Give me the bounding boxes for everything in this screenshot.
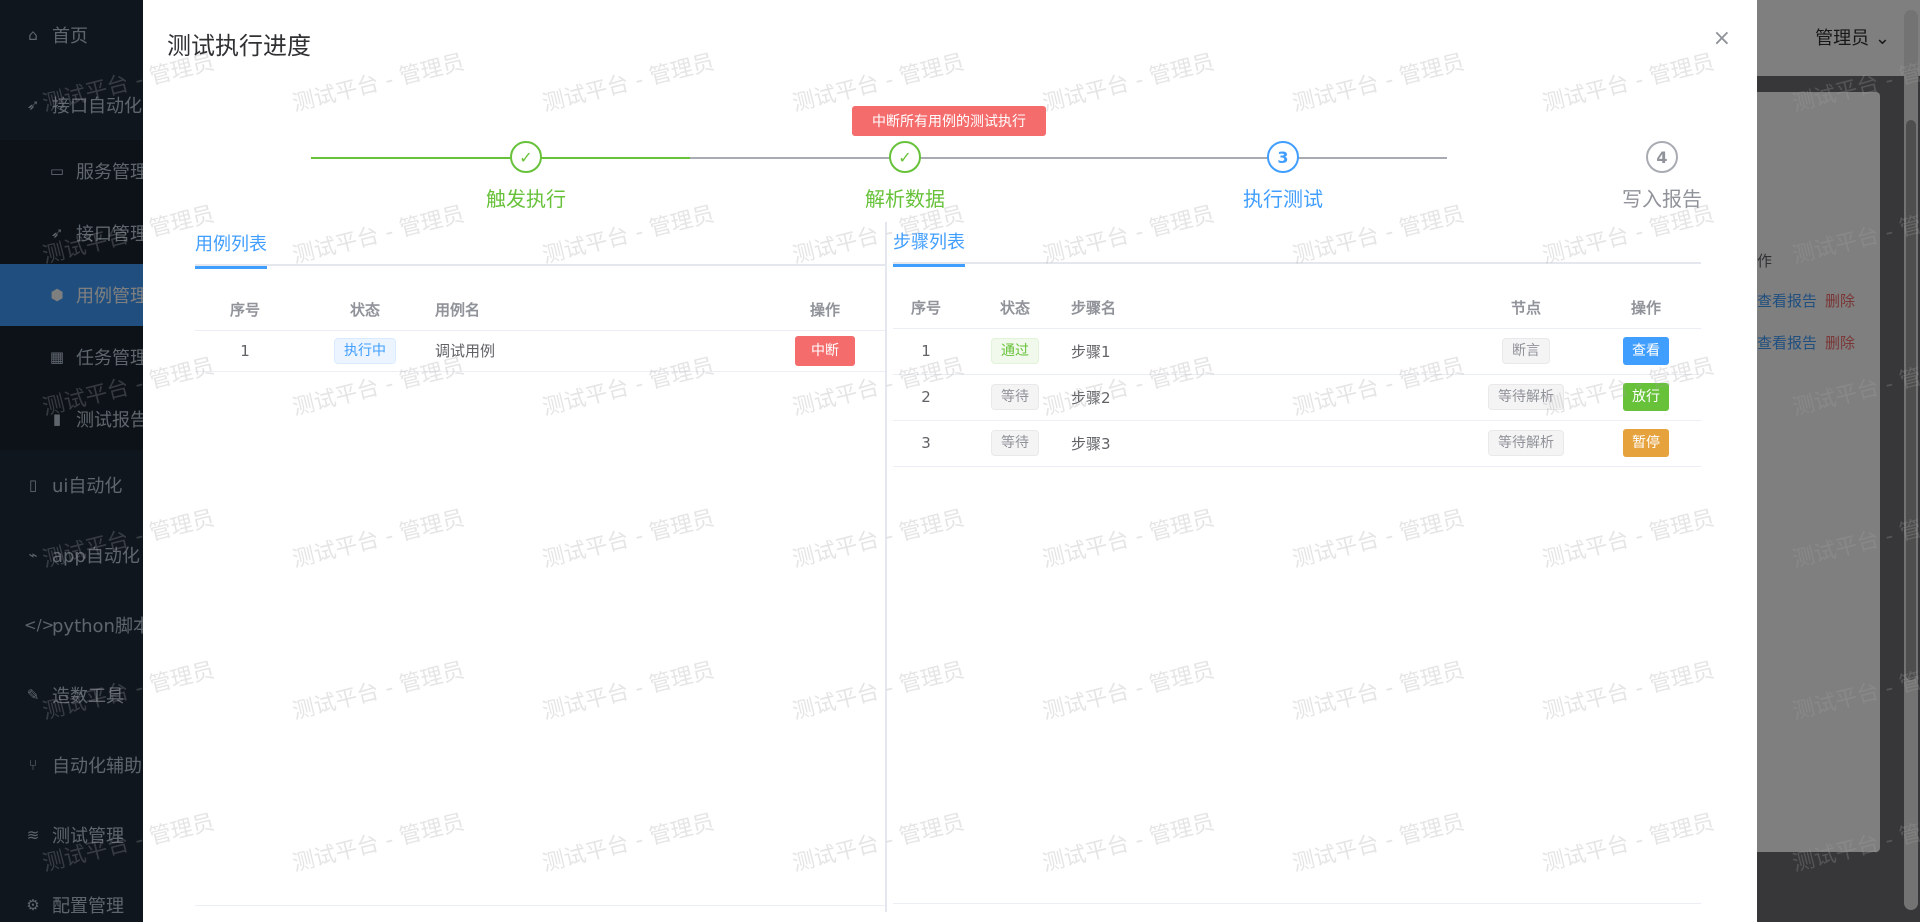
row-index: 1	[893, 328, 959, 375]
col-index: 序号	[195, 290, 295, 331]
close-icon[interactable]: ×	[1713, 26, 1731, 51]
case-tabs: 用例列表	[195, 222, 885, 269]
step-4-title: 写入报告	[1622, 187, 1702, 211]
col-step-name: 步骤名	[1071, 288, 1461, 329]
col-index: 序号	[893, 288, 959, 329]
step-connector	[311, 157, 690, 159]
status-badge: 执行中	[334, 337, 396, 364]
row-index: 1	[195, 330, 295, 372]
table-row: 1 执行中 调试用例 中断	[195, 330, 885, 372]
tab-case-list[interactable]: 用例列表	[195, 230, 267, 269]
col-action: 操作	[1591, 288, 1701, 329]
step-4-number: 4	[1646, 141, 1678, 173]
col-status: 状态	[295, 290, 435, 331]
table-row: 2 等待 步骤2 等待解析 放行	[893, 374, 1701, 421]
panel-bottom-border	[893, 903, 1701, 904]
table-row: 3 等待 步骤3 等待解析 暂停	[893, 420, 1701, 467]
col-node: 节点	[1461, 288, 1591, 329]
node-badge: 等待解析	[1488, 384, 1564, 410]
case-table: 序号 状态 用例名 操作 1 执行中 调试用例 中断	[195, 290, 885, 372]
status-badge: 等待	[991, 430, 1039, 456]
step-1-check-icon: ✓	[510, 141, 542, 173]
row-index: 3	[893, 420, 959, 467]
tab-step-list[interactable]: 步骤列表	[893, 228, 965, 267]
pause-button[interactable]: 暂停	[1623, 429, 1669, 457]
col-status: 状态	[959, 288, 1071, 329]
abort-all-button[interactable]: 中断所有用例的测试执行	[852, 106, 1046, 136]
table-row: 1 通过 步骤1 断言 查看	[893, 328, 1701, 375]
step-name: 步骤2	[1071, 374, 1461, 421]
test-progress-dialog: 测试执行进度 × 中断所有用例的测试执行 ✓ 触发执行 ✓ 解析数据 3 执行测…	[143, 0, 1757, 922]
col-name: 用例名	[435, 290, 765, 331]
release-button[interactable]: 放行	[1623, 383, 1669, 411]
step-3-number: 3	[1267, 141, 1299, 173]
case-list-panel: 用例列表 序号 状态 用例名 操作 1 执行中 调试用例 中断	[195, 222, 885, 912]
panel-divider	[885, 222, 887, 912]
dialog-title: 测试执行进度	[167, 32, 311, 60]
step-2-check-icon: ✓	[889, 141, 921, 173]
step-1-title: 触发执行	[486, 187, 566, 211]
panel-bottom-border	[195, 905, 885, 906]
col-action: 操作	[765, 290, 885, 331]
view-button[interactable]: 查看	[1623, 337, 1669, 365]
abort-case-button[interactable]: 中断	[795, 335, 855, 366]
node-badge: 等待解析	[1488, 430, 1564, 456]
step-list-panel: 步骤列表 序号 状态 步骤名 节点 操作 1 通过 步骤1 断言 查看 2 等待…	[893, 220, 1701, 910]
step-name: 步骤3	[1071, 420, 1461, 467]
step-connector	[1068, 157, 1447, 159]
status-badge: 等待	[991, 384, 1039, 410]
step-name: 步骤1	[1071, 328, 1461, 375]
step-table: 序号 状态 步骤名 节点 操作 1 通过 步骤1 断言 查看 2 等待 步骤2 …	[893, 288, 1701, 467]
case-name: 调试用例	[435, 330, 765, 372]
row-index: 2	[893, 374, 959, 421]
step-3-title: 执行测试	[1243, 187, 1323, 211]
progress-steps: ✓ 触发执行 ✓ 解析数据 3 执行测试 4 写入报告	[295, 141, 1702, 211]
step-connector	[690, 157, 1068, 159]
step-2-title: 解析数据	[865, 187, 945, 211]
node-badge: 断言	[1502, 338, 1550, 364]
status-badge: 通过	[991, 338, 1039, 364]
step-tabs: 步骤列表	[893, 220, 1701, 267]
